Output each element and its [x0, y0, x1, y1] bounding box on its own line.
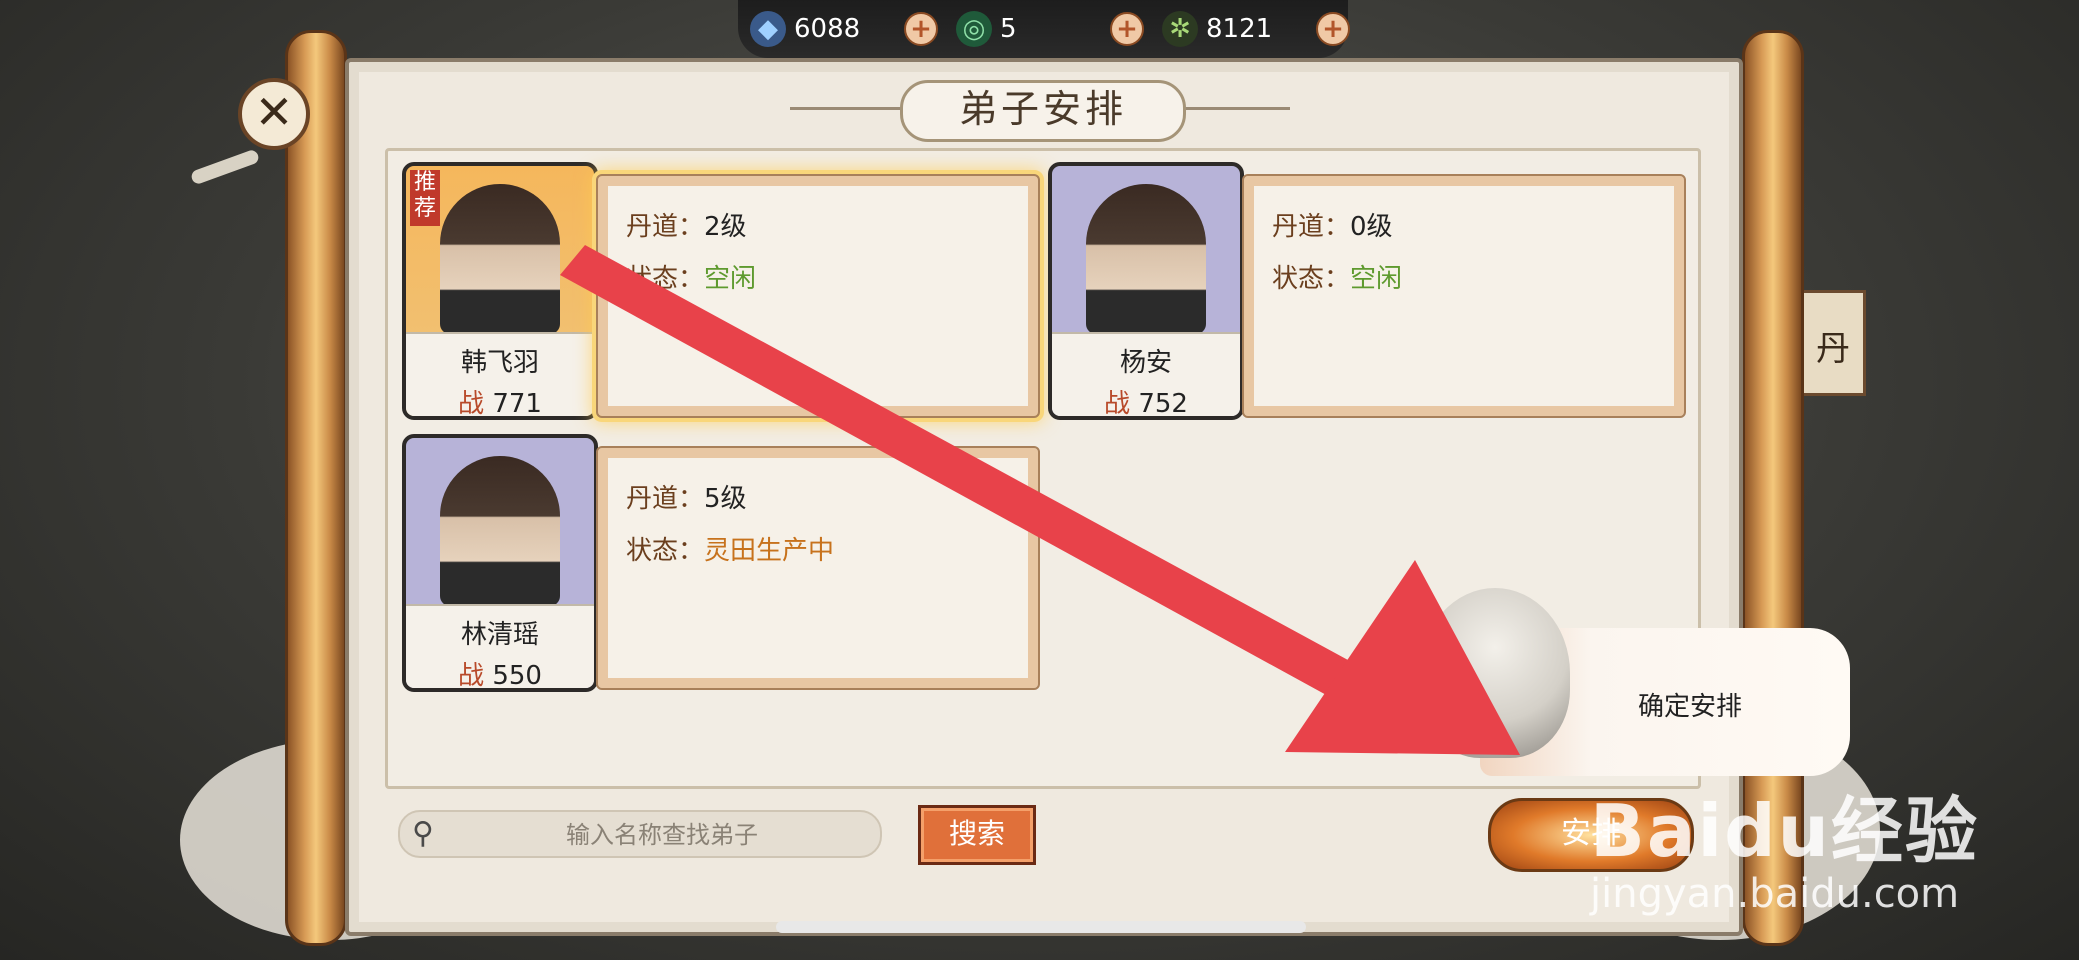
disciple-info-panel: 丹道：5级 状态：灵田生产中 [596, 446, 1040, 690]
background-side-panel: 丹 [1800, 290, 1866, 396]
add-jade-coin-button[interactable]: + [1110, 12, 1144, 46]
status-row: 状态：空闲 [1272, 264, 1403, 294]
disciple-power: 战 771 [458, 389, 542, 419]
watermark-brand: Baidu经验 [1590, 789, 1979, 873]
disciple-name: 韩飞羽 [460, 348, 539, 378]
disciple-nameplate: 林清瑶 战 550 [406, 604, 594, 688]
disciple-card[interactable]: 推荐 韩飞羽 战 771 丹道：2级 状态：空闲 [402, 162, 1040, 420]
add-spirit-stone-button[interactable]: + [904, 12, 938, 46]
search-field-container: ⚲ [398, 810, 882, 858]
status-value: 空闲 [1350, 264, 1403, 294]
recommended-badge: 推荐 [410, 170, 440, 226]
resource-spirit-stone: ◆ 6088 + [750, 6, 938, 52]
disciple-info-panel: 丹道：0级 状态：空闲 [1242, 174, 1686, 418]
disciple-info-panel: 丹道：2级 状态：空闲 [596, 174, 1040, 418]
status-row: 状态：灵田生产中 [626, 536, 835, 566]
disciple-nameplate: 韩飞羽 战 771 [406, 332, 594, 416]
close-icon: ✕ [254, 85, 294, 139]
status-value: 灵田生产中 [704, 536, 835, 566]
watermark-url: jingyan.baidu.com [1590, 871, 1960, 917]
dialog-title-banner: 弟子安排 [790, 80, 1290, 142]
baidu-watermark: Baidu经验 jingyan.baidu.com [1590, 772, 1979, 917]
status-value: 空闲 [704, 264, 757, 294]
character-illustration [440, 184, 560, 334]
disciple-power: 战 752 [1104, 389, 1188, 419]
herb-icon: ✲ [1162, 11, 1198, 47]
search-icon: ⚲ [412, 816, 434, 851]
close-button[interactable]: ✕ [238, 78, 310, 150]
disciple-name: 杨安 [1119, 348, 1172, 378]
resource-value: 8121 [1206, 14, 1273, 44]
disciple-name: 林清瑶 [460, 620, 539, 650]
tassel-decoration [189, 148, 261, 186]
spirit-stone-icon: ◆ [750, 11, 786, 47]
disciple-portrait: 推荐 韩飞羽 战 771 [402, 162, 598, 420]
resource-value: 5 [1000, 14, 1017, 44]
resource-bar: ◆ 6088 + ◎ 5 + ✲ 8121 + [738, 0, 1350, 58]
scroll-roller-left [285, 30, 347, 946]
search-input[interactable] [460, 816, 864, 854]
disciple-card[interactable]: 杨安 战 752 丹道：0级 状态：空闲 [1048, 162, 1686, 420]
resource-jade-coin: ◎ 5 + [956, 6, 1144, 52]
dan-dao-row: 丹道：0级 [1272, 212, 1393, 242]
status-row: 状态：空闲 [626, 264, 757, 294]
disciple-card[interactable]: 林清瑶 战 550 丹道：5级 状态：灵田生产中 [402, 434, 1040, 692]
search-button[interactable]: 搜索 [918, 805, 1036, 865]
resource-value: 6088 [794, 14, 861, 44]
character-illustration [440, 456, 560, 606]
dialog-title: 弟子安排 [900, 80, 1186, 142]
dan-dao-row: 丹道：2级 [626, 212, 747, 242]
home-indicator[interactable] [776, 921, 1306, 933]
confirm-arrange-tooltip: 确定安排 [1420, 588, 1850, 776]
tooltip-text: 确定安排 [1638, 692, 1743, 722]
disciple-portrait: 林清瑶 战 550 [402, 434, 598, 692]
disciple-nameplate: 杨安 战 752 [1052, 332, 1240, 416]
add-herb-button[interactable]: + [1316, 12, 1350, 46]
jade-coin-icon: ◎ [956, 11, 992, 47]
disciple-power: 战 550 [458, 661, 542, 691]
cat-mascot-icon [1420, 588, 1570, 758]
disciple-portrait: 杨安 战 752 [1048, 162, 1244, 420]
character-illustration [1086, 184, 1206, 334]
dan-dao-row: 丹道：5级 [626, 484, 747, 514]
resource-herb: ✲ 8121 + [1162, 6, 1350, 52]
